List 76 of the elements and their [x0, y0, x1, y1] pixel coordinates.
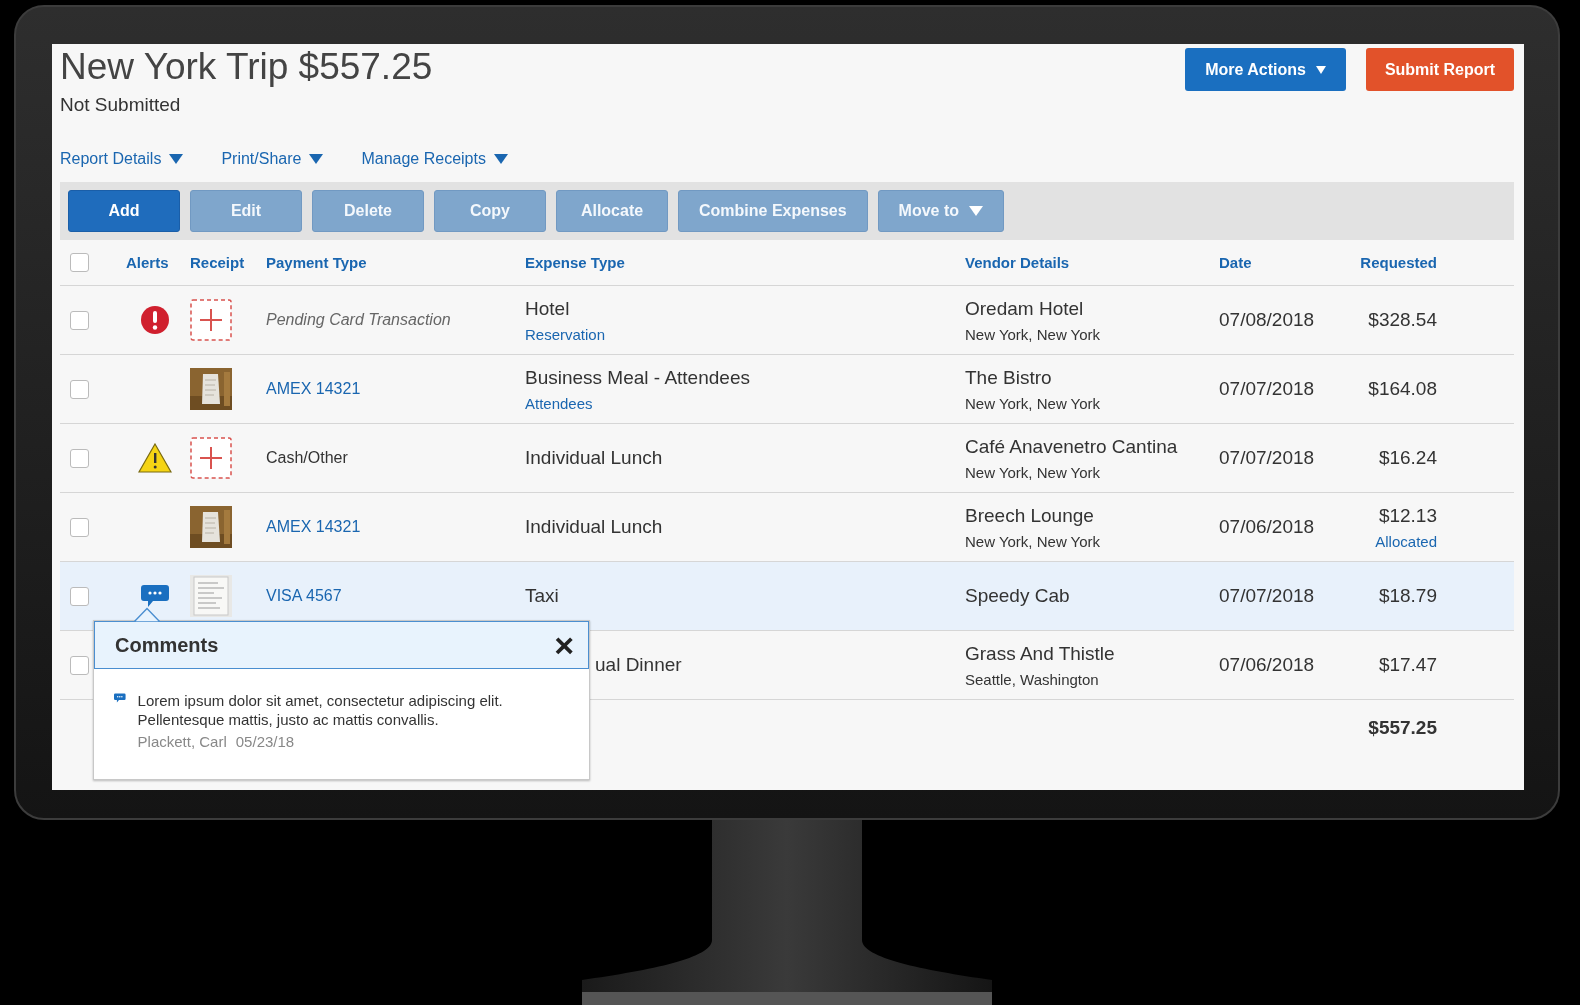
menu-link[interactable]: Report Details — [60, 150, 184, 168]
amount: $18.79 — [1378, 585, 1437, 607]
vendor-name: Breech Lounge — [965, 504, 1095, 527]
report-status: Not Submitted — [60, 94, 182, 116]
vendor-name: The Bistro — [965, 366, 1053, 389]
menu-link[interactable]: Manage Receipts — [361, 150, 508, 168]
column-header[interactable]: Date — [1219, 254, 1351, 271]
table-row[interactable]: VISA 4567 Taxi Speedy Cab 07/07/2018 $18.79 — [60, 562, 1514, 631]
amount: $328.54 — [1368, 309, 1437, 331]
total-amount: $557.25 — [1368, 716, 1437, 738]
expense-date: 07/06/2018 — [1219, 654, 1315, 675]
expense-type: Individual Lunch — [525, 447, 664, 469]
comment-date: 05/23/18 — [235, 733, 295, 750]
checkbox[interactable] — [70, 310, 89, 330]
checkbox[interactable] — [70, 655, 89, 675]
expense-type: ual Dinner — [595, 654, 683, 676]
expense-date: 07/07/2018 — [1219, 378, 1315, 399]
expense-date: 07/07/2018 — [1219, 585, 1315, 606]
caret-icon — [169, 154, 184, 164]
close-button[interactable]: × — [554, 628, 574, 662]
checkbox[interactable] — [70, 517, 89, 537]
column-header[interactable]: Alerts — [122, 254, 169, 271]
report-title: New York Trip $557.25 — [60, 45, 433, 89]
vendor-name: Oredam Hotel — [965, 297, 1085, 320]
column-header[interactable]: Payment Type — [266, 254, 525, 271]
vendor-location: New York, New York — [965, 463, 1102, 481]
vendor-location: New York, New York — [965, 325, 1102, 343]
expense-date: 07/08/2018 — [1219, 309, 1315, 330]
column-header[interactable]: Expense Type — [525, 254, 965, 271]
payment-type: Cash/Other — [266, 449, 348, 466]
checkbox[interactable] — [70, 448, 89, 468]
expense-link[interactable]: Reservation — [525, 325, 965, 343]
column-header[interactable]: Requested — [1351, 254, 1437, 271]
caret-icon — [309, 154, 324, 164]
comment-icon[interactable] — [141, 585, 169, 607]
comment-icon — [114, 691, 126, 705]
vendor-name: Café Anavenetro Cantina — [965, 435, 1179, 458]
caret-icon — [1315, 65, 1326, 74]
amount: $16.24 — [1378, 447, 1437, 469]
amount: $12.13 — [1378, 504, 1437, 527]
table-row[interactable]: Pending Card Transaction Hotel Reservation Oredam Hotel New York, New York 07/08/2018 $328.54 — [60, 286, 1514, 355]
comment-author: Plackett, Carl — [137, 733, 227, 750]
column-header[interactable]: Vendor Details — [965, 254, 1219, 271]
popup-title: Comments — [115, 633, 219, 657]
checkbox[interactable] — [70, 379, 89, 399]
submit-button[interactable]: Submit Report — [1366, 48, 1514, 91]
payment-link[interactable]: AMEX 14321 — [266, 518, 361, 535]
checkbox[interactable] — [70, 253, 89, 272]
add-receipt-icon[interactable] — [190, 437, 232, 479]
expense-type: Individual Lunch — [525, 516, 664, 538]
more-actions-button[interactable]: More Actions — [1185, 48, 1346, 91]
payment-type: Pending Card Transaction — [266, 311, 451, 328]
amount: $164.08 — [1368, 378, 1437, 400]
add-receipt-icon[interactable] — [190, 299, 232, 341]
table-row[interactable]: AMEX 14321 Business Meal - Attendees Attendees The Bistro New York, New York 07/07/2018 $164.08 — [60, 355, 1514, 424]
menu-link[interactable]: Print/Share — [221, 150, 324, 168]
vendor-location: New York, New York — [965, 532, 1102, 550]
expense-link[interactable]: Attendees — [525, 394, 965, 412]
table-row[interactable]: Cash/Other Individual Lunch Café Anavenetro Cantina New York, New York 07/07/2018 $16.24 — [60, 424, 1514, 493]
expense-type: Taxi — [525, 585, 560, 607]
amount: $17.47 — [1378, 654, 1437, 676]
expense-type: Hotel — [525, 297, 571, 320]
vendor-location: New York, New York — [965, 394, 1102, 412]
vendor-name: Speedy Cab — [965, 585, 1071, 607]
expense-type: Business Meal - Attendees — [525, 366, 751, 389]
vendor-name: Grass And Thistle — [965, 642, 1116, 665]
column-header[interactable]: Receipt — [188, 254, 266, 271]
payment-link[interactable]: AMEX 14321 — [266, 380, 361, 397]
expense-date: 07/06/2018 — [1219, 516, 1315, 537]
allocated-link[interactable]: Allocated — [1375, 532, 1437, 550]
payment-link[interactable]: VISA 4567 — [266, 587, 342, 604]
expense-date: 07/07/2018 — [1219, 447, 1315, 468]
checkbox[interactable] — [70, 586, 89, 606]
toolbar-button[interactable]: Add — [68, 190, 180, 232]
caret-icon — [493, 154, 508, 164]
vendor-location: Seattle, Washington — [965, 670, 1100, 688]
